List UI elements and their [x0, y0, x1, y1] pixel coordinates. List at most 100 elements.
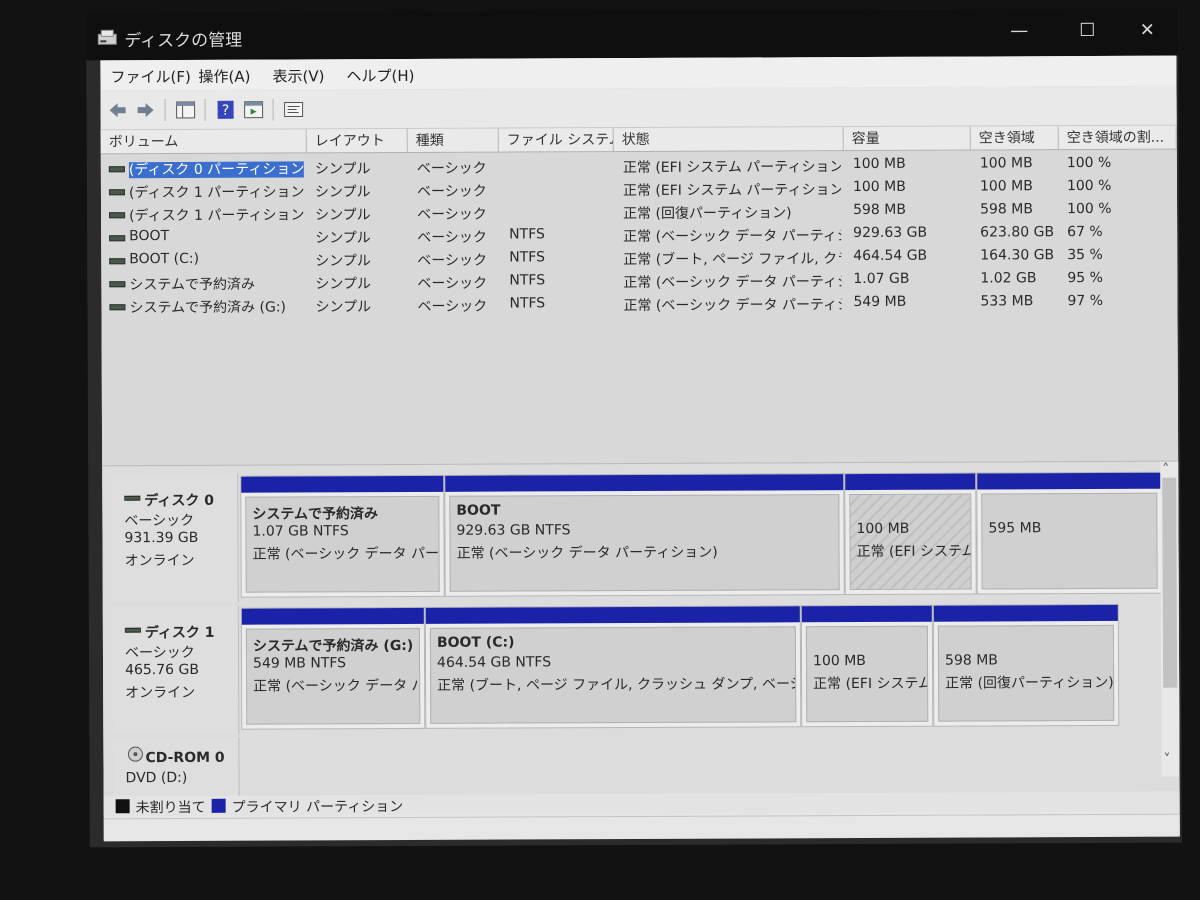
volume-percent-free: 95 %: [1067, 269, 1103, 287]
volume-icon: [109, 235, 126, 242]
partition-block[interactable]: 598 MB 正常 (回復パーティション): [932, 603, 1120, 727]
back-arrow-icon[interactable]: [107, 99, 129, 121]
volume-status: 正常 (EFI システム パーティション): [622, 159, 841, 177]
partition-block[interactable]: BOOT 929.63 GB NTFS 正常 (ベーシック データ パーティショ…: [444, 473, 845, 597]
disk-name: ディスク 0: [144, 492, 214, 510]
volume-layout: シンプル: [315, 299, 372, 316]
volume-status: 正常 (ベーシック データ パーティシ...: [623, 227, 842, 246]
volume-free-space: 100 MB: [979, 155, 1033, 172]
volume-layout: シンプル: [315, 253, 371, 270]
menu-action[interactable]: 操作(A): [198, 66, 250, 87]
volume-free-space: 533 MB: [980, 293, 1034, 310]
title-bar: ディスクの管理 — ☐ ✕: [86, 7, 1179, 61]
column-header-volume[interactable]: ボリューム: [100, 129, 307, 155]
partition-size: 929.63 GB NTFS: [456, 522, 571, 539]
menu-view[interactable]: 表示(V): [272, 65, 324, 86]
menu-bar: ファイル(F) 操作(A) 表示(V) ヘルプ(H): [100, 55, 1177, 91]
vertical-scrollbar[interactable]: ˄ ˅: [1160, 461, 1180, 777]
help-icon[interactable]: ?: [215, 99, 237, 121]
volume-capacity: 929.63 GB: [853, 224, 928, 242]
volume-filesystem: NTFS: [509, 272, 546, 289]
volume-percent-free: 97 %: [1067, 292, 1104, 310]
volume-status: 正常 (EFI システム パーティション): [622, 182, 842, 200]
client-area: ファイル(F) 操作(A) 表示(V) ヘルプ(H) ? ボリューム レイアウト…: [100, 55, 1180, 842]
column-header-status[interactable]: 状態: [613, 127, 844, 153]
volume-percent-free: 100 %: [1067, 200, 1112, 218]
partition-title: BOOT (C:): [436, 634, 515, 651]
toolbar: ?: [100, 86, 1177, 131]
disk-name: CD-ROM 0: [145, 749, 225, 767]
column-header-capacity[interactable]: 容量: [843, 126, 971, 152]
partition-block[interactable]: BOOT (C:) 464.54 GB NTFS 正常 (ブート, ページ ファ…: [424, 605, 802, 729]
volume-filesystem: NTFS: [509, 295, 546, 312]
partition-block[interactable]: システムで予約済み (G:) 549 MB NTFS 正常 (ベーシック データ…: [240, 606, 426, 730]
volume-status: 正常 (ベーシック データ パーティシ...: [623, 296, 842, 315]
svg-text:?: ?: [222, 103, 230, 119]
legend-unallocated: 未割り当て: [135, 799, 206, 817]
disk-size: 931.39 GB: [124, 529, 199, 547]
volume-name: システムで予約済み (G:): [129, 299, 287, 317]
close-button[interactable]: ✕: [1124, 16, 1170, 46]
forward-arrow-icon[interactable]: [135, 99, 157, 121]
volume-layout: シンプル: [314, 161, 371, 178]
volume-free-space: 1.02 GB: [980, 270, 1037, 287]
minimize-button[interactable]: —: [996, 16, 1042, 46]
column-header-percent-free[interactable]: 空き領域の割...: [1058, 125, 1177, 151]
volume-row[interactable]: システムで予約済み (G:) シンプル ベーシック NTFS 正常 (ベーシック…: [101, 290, 1177, 318]
disk-type: ベーシック: [124, 644, 195, 662]
maximize-button[interactable]: ☐: [1064, 16, 1110, 46]
volume-status: 正常 (回復パーティション): [623, 205, 792, 223]
cd-icon: [127, 746, 143, 762]
volume-capacity: 549 MB: [853, 293, 907, 311]
volume-type: ベーシック: [416, 160, 487, 177]
volume-filesystem: NTFS: [509, 226, 545, 243]
console-tree-icon[interactable]: [175, 99, 197, 121]
partition-block[interactable]: 100 MB 正常 (EFI システム: [844, 472, 977, 596]
column-header-layout[interactable]: レイアウト: [306, 128, 408, 154]
action-pane-icon[interactable]: [243, 99, 265, 121]
disk-1-label[interactable]: ディスク 1 ベーシック 465.76 GB オンライン: [112, 605, 240, 735]
window-title: ディスクの管理: [124, 30, 243, 52]
disk-size: 465.76 GB: [125, 661, 199, 679]
toolbar-separator: [164, 99, 166, 122]
column-header-filesystem[interactable]: ファイル システム: [498, 128, 614, 153]
volume-list: ボリューム レイアウト 種類 ファイル システム 状態 容量 空き領域 空き領域…: [100, 125, 1179, 468]
volume-type: ベーシック: [417, 252, 488, 269]
partition-block[interactable]: 100 MB 正常 (EFI システム: [800, 604, 934, 728]
partition-size: 598 MB: [944, 652, 998, 669]
volume-capacity: 464.54 GB: [853, 247, 928, 265]
disk-name: ディスク 1: [144, 624, 215, 642]
disk-state: オンライン: [125, 684, 196, 702]
volume-capacity: 1.07 GB: [853, 270, 910, 288]
toolbar-separator: [272, 98, 274, 121]
disk-management-icon: [97, 29, 117, 45]
scroll-thumb[interactable]: [1162, 477, 1178, 688]
volume-icon: [108, 166, 125, 173]
scroll-down-icon[interactable]: ˅: [1163, 752, 1170, 768]
menu-file[interactable]: ファイル(F): [110, 66, 190, 87]
volume-status: 正常 (ベーシック データ パーティシ...: [623, 273, 842, 292]
scroll-up-icon[interactable]: ˄: [1162, 462, 1169, 478]
column-header-free-space[interactable]: 空き領域: [970, 126, 1059, 151]
volume-icon: [109, 212, 126, 219]
partition-block[interactable]: システムで予約済み 1.07 GB NTFS 正常 (ベーシック データ パーテ…: [240, 474, 445, 598]
disk-0-label[interactable]: ディスク 0 ベーシック 931.39 GB オンライン: [112, 473, 239, 603]
legend: 未割り当て プライマリ パーティション: [103, 791, 1180, 817]
volume-status: 正常 (ブート, ページ ファイル, クラ...: [623, 250, 842, 269]
cdrom-0-label[interactable]: CD-ROM 0 DVD (D:): [113, 737, 240, 797]
partition-block[interactable]: 595 MB: [976, 471, 1163, 595]
partition-size: 100 MB: [856, 520, 910, 538]
status-bar: [103, 813, 1180, 842]
column-header-type[interactable]: 種類: [407, 128, 499, 153]
volume-name: システムで予約済み: [129, 276, 256, 294]
menu-help[interactable]: ヘルプ(H): [346, 65, 414, 86]
volume-percent-free: 100 %: [1066, 154, 1112, 172]
partition-status: 正常 (回復パーティション): [945, 674, 1114, 692]
volume-capacity: 598 MB: [853, 201, 906, 219]
disk-icon: [124, 627, 141, 633]
volume-icon: [109, 258, 126, 265]
partition-status: 正常 (ベーシック データ パーティ: [252, 545, 440, 563]
volume-type: ベーシック: [417, 275, 488, 292]
partition-status: 正常 (EFI システム: [856, 543, 972, 561]
properties-icon[interactable]: [283, 98, 305, 120]
